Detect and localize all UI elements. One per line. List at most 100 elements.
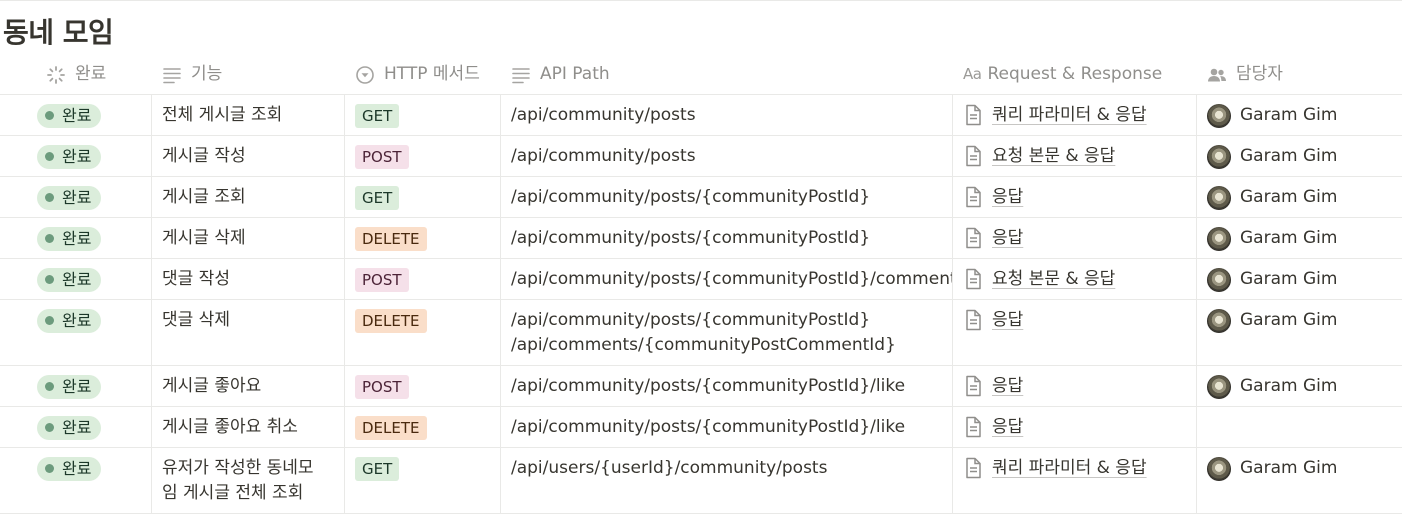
api-path-cell[interactable]: /api/community/posts/{communityPostId}/c… [501,259,953,299]
person-chip[interactable]: Garam Gim [1207,308,1392,333]
feature-cell[interactable]: 유저가 작성한 동네모 임 게시글 전체 조회 [152,448,345,513]
status-cell[interactable]: 완료 [0,136,152,176]
table-row[interactable]: 완료 댓글 작성 POST /api/community/posts/{comm… [0,259,1402,300]
status-cell[interactable]: 완료 [0,177,152,217]
owner-cell[interactable]: Garam Gim [1197,95,1402,135]
method-cell[interactable]: GET [345,95,501,135]
database-title[interactable]: 동네 모임 [3,14,114,52]
person-chip[interactable]: Garam Gim [1207,374,1392,399]
feature-cell[interactable]: 게시글 좋아요 [152,366,345,406]
person-chip[interactable]: Garam Gim [1207,103,1392,128]
owner-cell[interactable]: Garam Gim [1197,177,1402,217]
page-link[interactable]: 쿼리 파라미터 & 응답 [992,103,1147,128]
api-path-cell[interactable]: /api/community/posts [501,95,953,135]
status-cell[interactable]: 완료 [0,407,152,447]
page-link[interactable]: 응답 [992,415,1023,440]
page-link[interactable]: 응답 [992,185,1023,210]
owner-cell[interactable]: Garam Gim [1197,366,1402,406]
person-chip[interactable]: Garam Gim [1207,267,1392,292]
feature-cell[interactable]: 게시글 좋아요 취소 [152,407,345,447]
table-row[interactable]: 완료 게시글 좋아요 POST /api/community/posts/{co… [0,366,1402,407]
api-path-cell[interactable]: /api/community/posts/{communityPostId} /a… [501,300,953,365]
request-response-cell[interactable]: 응답 [953,366,1197,406]
column-header-path[interactable]: API Path [501,53,953,94]
status-badge: 완료 [37,456,102,481]
method-cell[interactable]: DELETE [345,300,501,365]
person-chip[interactable]: Garam Gim [1207,226,1392,251]
method-cell[interactable]: DELETE [345,218,501,258]
table-row[interactable]: 완료 게시글 조회 GET /api/community/posts/{comm… [0,177,1402,218]
request-response-cell[interactable]: 요청 본문 & 응답 [953,259,1197,299]
request-response-cell[interactable]: 응답 [953,300,1197,365]
api-path-cell[interactable]: /api/community/posts/{communityPostId} [501,218,953,258]
owner-cell[interactable]: Garam Gim [1197,448,1402,513]
column-header-owner[interactable]: 담당자 [1197,53,1402,94]
feature-cell[interactable]: 댓글 삭제 [152,300,345,365]
page-link[interactable]: 쿼리 파라미터 & 응답 [992,456,1147,481]
owner-cell[interactable]: Garam Gim [1197,259,1402,299]
feature-text: 전체 게시글 조회 [162,105,283,125]
page-link[interactable]: 응답 [992,374,1023,399]
document-icon [963,104,983,126]
feature-text: 유저가 작성한 동네모 [162,458,314,478]
page-link[interactable]: 요청 본문 & 응답 [992,267,1115,292]
feature-text: 댓글 삭제 [162,310,230,330]
method-cell[interactable]: GET [345,448,501,513]
table-row[interactable]: 완료 전체 게시글 조회 GET /api/community/posts 쿼리… [0,95,1402,136]
feature-cell[interactable]: 게시글 삭제 [152,218,345,258]
api-path-cell[interactable]: /api/community/posts/{communityPostId} [501,177,953,217]
feature-cell[interactable]: 게시글 작성 [152,136,345,176]
api-path-cell[interactable]: /api/users/{userId}/community/posts [501,448,953,513]
status-cell[interactable]: 완료 [0,448,152,513]
person-chip[interactable]: Garam Gim [1207,185,1392,210]
page-link[interactable]: 응답 [992,226,1023,251]
status-cell[interactable]: 완료 [0,366,152,406]
api-path-cell[interactable]: /api/community/posts [501,136,953,176]
table-row[interactable]: 완료 게시글 작성 POST /api/community/posts 요청 본… [0,136,1402,177]
request-response-cell[interactable]: 응답 [953,407,1197,447]
api-path-text: /api/community/posts/{communityPostId} [511,187,871,207]
owner-cell[interactable]: Garam Gim [1197,300,1402,365]
request-response-cell[interactable]: 요청 본문 & 응답 [953,136,1197,176]
feature-cell[interactable]: 전체 게시글 조회 [152,95,345,135]
status-label: 완료 [62,269,92,289]
page-link[interactable]: 요청 본문 & 응답 [992,144,1115,169]
database-table: 완료 기능 HTTP 메서드 API Path Aa Request & Res… [0,53,1402,514]
column-header-method[interactable]: HTTP 메서드 [345,53,501,94]
method-cell[interactable]: POST [345,136,501,176]
owner-cell[interactable]: Garam Gim [1197,136,1402,176]
document-icon [963,186,983,208]
column-header-feature[interactable]: 기능 [152,53,345,94]
request-response-cell[interactable]: 응답 [953,218,1197,258]
column-header-label: 담당자 [1236,64,1283,84]
status-cell[interactable]: 완료 [0,300,152,365]
request-response-cell[interactable]: 응답 [953,177,1197,217]
status-cell[interactable]: 완료 [0,259,152,299]
table-row[interactable]: 완료 유저가 작성한 동네모 임 게시글 전체 조회 GET /api/users… [0,448,1402,514]
method-cell[interactable]: GET [345,177,501,217]
person-chip[interactable]: Garam Gim [1207,456,1392,481]
request-response-cell[interactable]: 쿼리 파라미터 & 응답 [953,448,1197,513]
method-cell[interactable]: POST [345,366,501,406]
person-chip[interactable]: Garam Gim [1207,144,1392,169]
text-lines-icon [511,65,531,85]
page-link[interactable]: 응답 [992,308,1023,333]
column-header-status[interactable]: 완료 [0,53,152,94]
feature-text: 게시글 좋아요 [162,376,262,396]
feature-cell[interactable]: 게시글 조회 [152,177,345,217]
feature-cell[interactable]: 댓글 작성 [152,259,345,299]
status-label: 완료 [62,228,92,248]
method-cell[interactable]: POST [345,259,501,299]
api-path-cell[interactable]: /api/community/posts/{communityPostId}/l… [501,407,953,447]
request-response-cell[interactable]: 쿼리 파라미터 & 응답 [953,95,1197,135]
table-row[interactable]: 완료 게시글 좋아요 취소 DELETE /api/community/post… [0,407,1402,448]
status-cell[interactable]: 완료 [0,218,152,258]
status-cell[interactable]: 완료 [0,95,152,135]
method-cell[interactable]: DELETE [345,407,501,447]
table-row[interactable]: 완료 댓글 삭제 DELETE /api/community/posts/{co… [0,300,1402,366]
owner-cell[interactable] [1197,407,1402,447]
api-path-cell[interactable]: /api/community/posts/{communityPostId}/l… [501,366,953,406]
table-row[interactable]: 완료 게시글 삭제 DELETE /api/community/posts/{c… [0,218,1402,259]
column-header-request[interactable]: Aa Request & Response [953,53,1197,94]
owner-cell[interactable]: Garam Gim [1197,218,1402,258]
